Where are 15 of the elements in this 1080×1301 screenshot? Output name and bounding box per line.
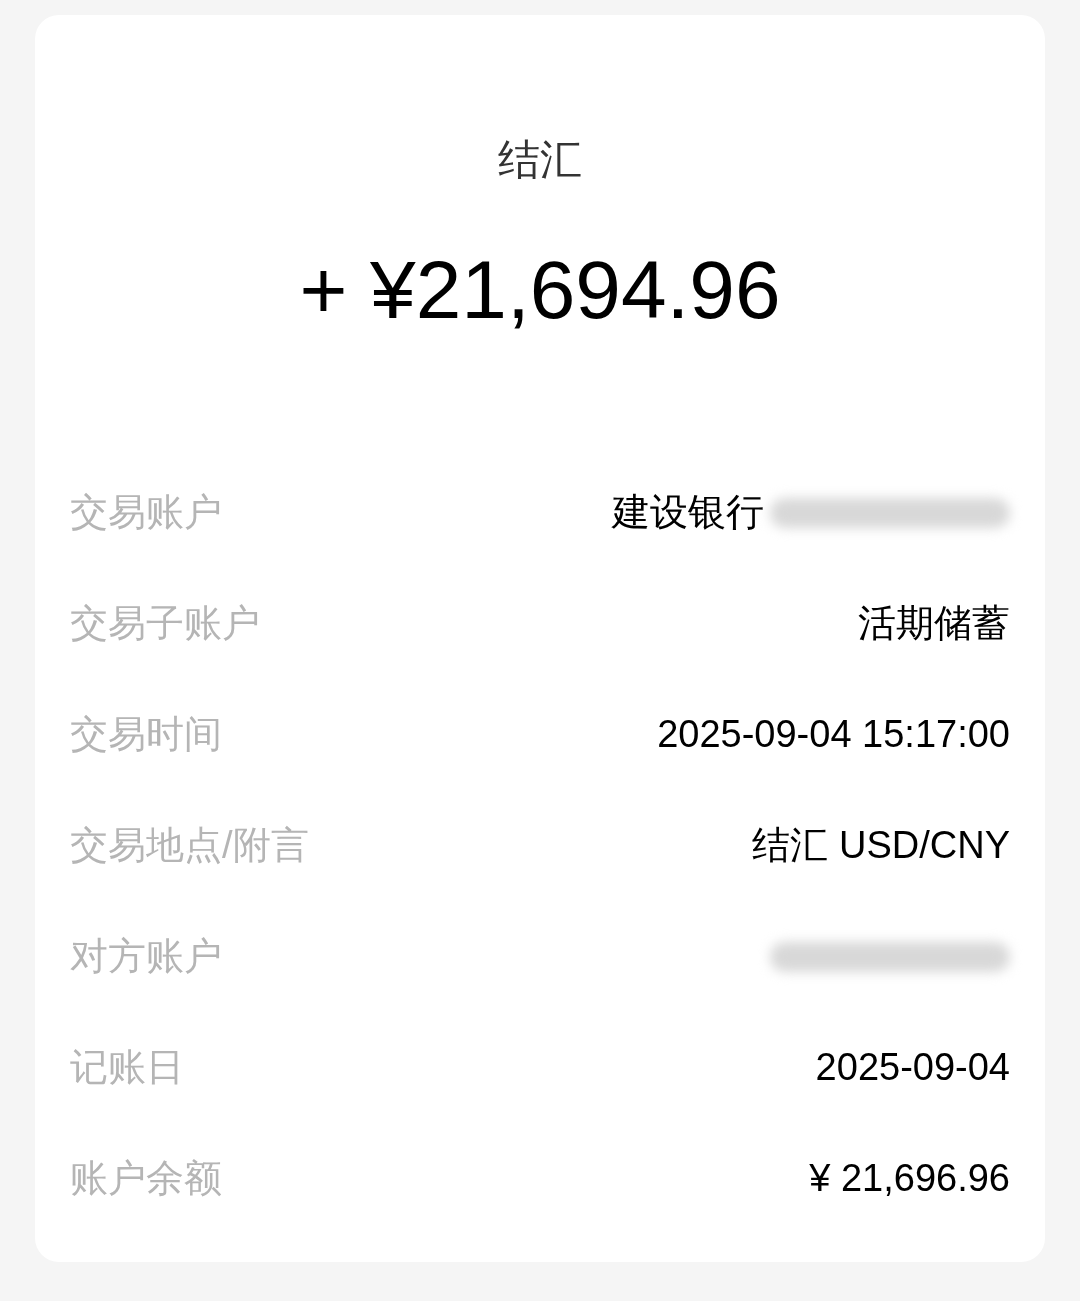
field-label: 对方账户 — [70, 934, 222, 979]
amount-text: + ¥21,694.96 — [299, 243, 781, 337]
field-value: ¥ 21,696.96 — [809, 1156, 1010, 1201]
field-value: 建设银行 — [612, 490, 764, 535]
transaction-title: 结汇 — [498, 135, 582, 185]
field-label: 交易时间 — [70, 712, 222, 757]
field-label: 记账日 — [70, 1045, 184, 1090]
field-label: 交易子账户 — [70, 601, 260, 646]
field-value: 2025-09-04 — [815, 1045, 1010, 1090]
field-label: 账户余额 — [70, 1156, 222, 1201]
field-label: 交易账户 — [70, 490, 222, 535]
field-value: 活期储蓄 — [858, 601, 1010, 646]
field-label: 交易地点/附言 — [70, 823, 309, 868]
field-value: 2025-09-04 15:17:00 — [657, 712, 1010, 757]
field-value: 结汇 USD/CNY — [752, 823, 1010, 868]
